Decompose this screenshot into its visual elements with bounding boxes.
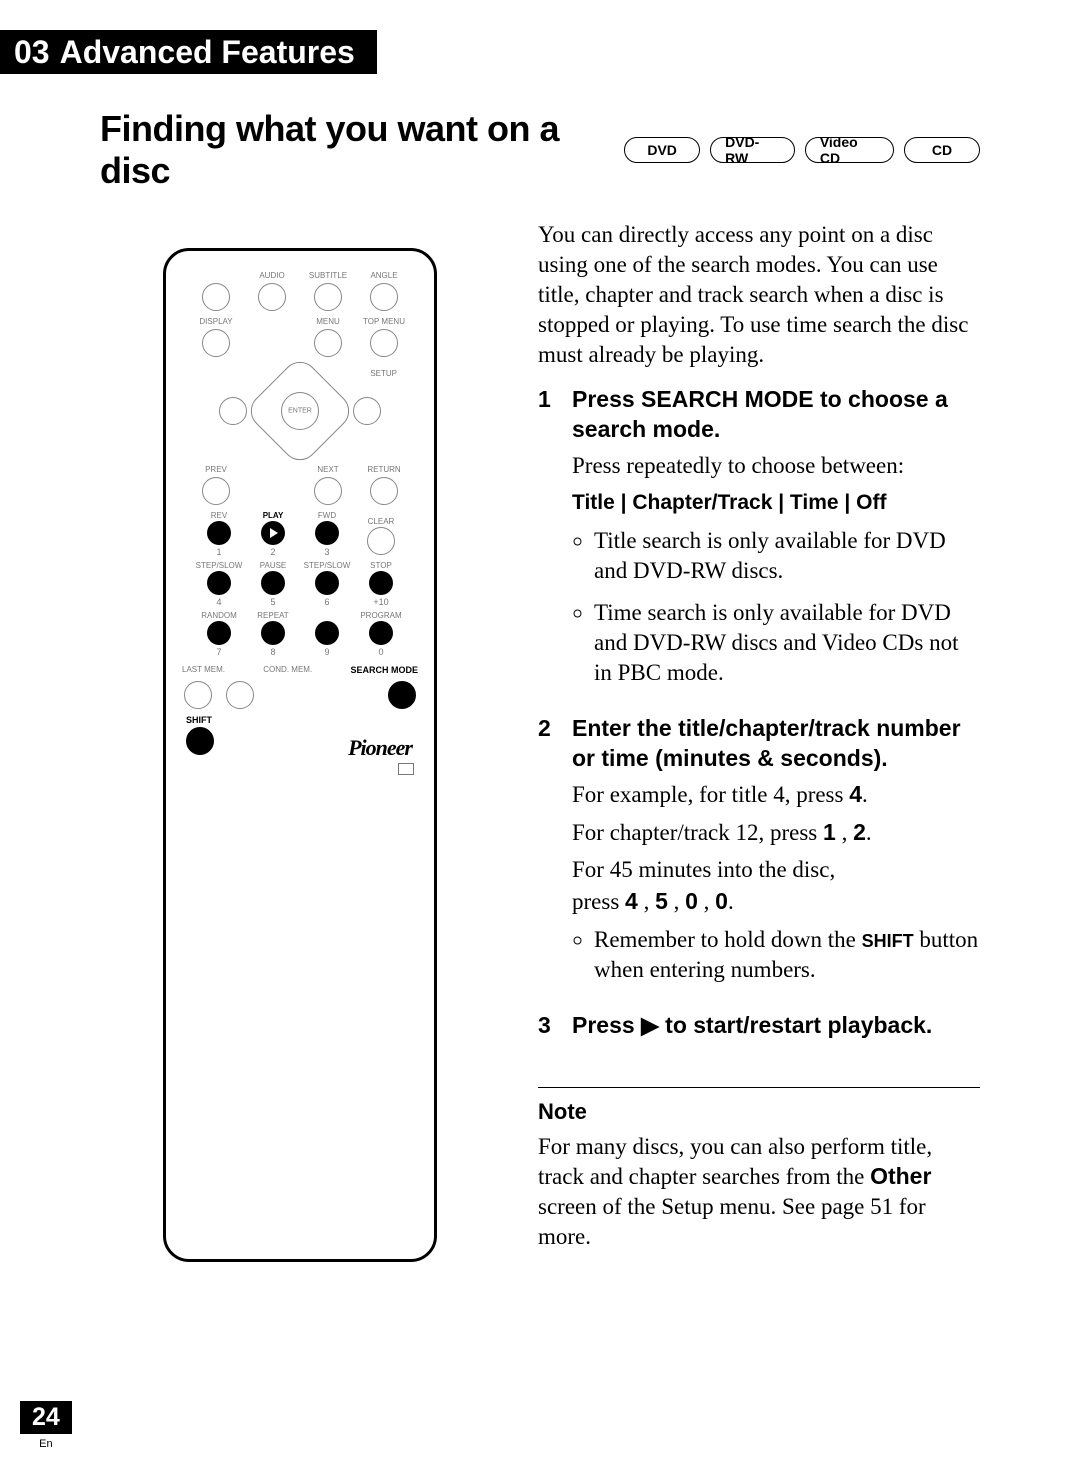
- media-pill-dvd: DVD: [624, 137, 700, 163]
- bullet-text: Remember to hold down the SHIFT button w…: [594, 925, 980, 985]
- remote-brand: Pioneer: [348, 735, 412, 761]
- remote-label: [249, 317, 295, 327]
- step-number: 2: [538, 714, 572, 997]
- intro-paragraph: You can directly access any point on a d…: [538, 220, 980, 369]
- remote-label: PREV: [193, 465, 239, 475]
- remote-label: ANGLE: [361, 271, 407, 281]
- page-language: En: [39, 1438, 52, 1450]
- remote-lastmem-button: [184, 681, 212, 709]
- media-pill-videocd: Video CD: [805, 137, 894, 163]
- step-subtext: Press repeatedly to choose between:: [572, 451, 980, 481]
- remote-label: RETURN: [361, 465, 407, 475]
- note-block: Note For many discs, you can also perfor…: [538, 1087, 980, 1252]
- remote-label: SETUP: [370, 369, 397, 378]
- remote-label: LAST MEM.: [182, 665, 225, 675]
- remote-play-button: PLAY2: [251, 511, 295, 557]
- search-modes: Title | Chapter/Track | Time | Off: [572, 489, 980, 516]
- note-body: For many discs, you can also perform tit…: [538, 1132, 980, 1252]
- remote-id-badge: [398, 763, 414, 775]
- remote-label: REV: [211, 511, 227, 521]
- content-column: You can directly access any point on a d…: [538, 220, 980, 1262]
- remote-label: DISPLAY: [193, 317, 239, 327]
- remote-dpad: SETUP ENTER: [225, 363, 375, 459]
- note-rule: [538, 1087, 980, 1088]
- section-title-row: Finding what you want on a disc DVD DVD-…: [100, 108, 980, 192]
- remote-label: SUBTITLE: [305, 271, 351, 281]
- remote-search-mode-button: [388, 681, 416, 709]
- bullet-text: Time search is only available for DVD an…: [594, 598, 980, 688]
- media-pill-cd: CD: [904, 137, 980, 163]
- page-number: 24: [20, 1401, 72, 1434]
- note-title: Note: [538, 1098, 980, 1127]
- remote-control: AUDIO SUBTITLE ANGLE DISPLAY MENU TOP ME…: [163, 248, 437, 1262]
- section-title: Finding what you want on a disc: [100, 108, 614, 192]
- bullet-text: Title search is only available for DVD a…: [594, 526, 980, 586]
- play-icon: ▶: [641, 1012, 659, 1038]
- step-example: press 4 , 5 , 0 , 0.: [572, 887, 980, 917]
- chapter-title: Advanced Features: [60, 34, 355, 71]
- remote-label: COND. MEM.: [263, 665, 312, 675]
- step-number: 1: [538, 385, 572, 699]
- remote-label: CLEAR: [368, 517, 395, 527]
- chapter-header-black: 03 Advanced Features: [0, 30, 377, 74]
- chapter-header: 03 Advanced Features: [0, 30, 1080, 74]
- media-pill-dvd-rw: DVD-RW: [710, 137, 795, 163]
- step-heading: Enter the title/chapter/track number or …: [572, 714, 980, 774]
- page-footer: 24 En: [20, 1401, 72, 1450]
- chapter-number: 03: [14, 34, 50, 71]
- remote-setup-button: [353, 397, 381, 425]
- remote-search-mode-label: SEARCH MODE: [350, 665, 418, 675]
- remote-shift-label: SHIFT: [186, 715, 212, 725]
- step-number: 3: [538, 1011, 572, 1047]
- remote-label: FWD: [318, 511, 336, 521]
- step-heading: Press SEARCH MODE to choose a search mod…: [572, 385, 980, 445]
- step-example: For 45 minutes into the disc,: [572, 855, 980, 885]
- step-heading: Press ▶ to start/restart playback.: [572, 1011, 980, 1041]
- remote-label: NEXT: [305, 465, 351, 475]
- remote-label: MENU: [305, 317, 351, 327]
- remote-left-button: [219, 397, 247, 425]
- remote-label: TOP MENU: [361, 317, 407, 327]
- remote-label: [193, 271, 239, 281]
- remote-label: AUDIO: [249, 271, 295, 281]
- step-example: For chapter/track 12, press 1 , 2.: [572, 818, 980, 848]
- step-example: For example, for title 4, press 4.: [572, 780, 980, 810]
- remote-condmem-button: [226, 681, 254, 709]
- remote-label: ENTER: [288, 408, 312, 415]
- remote-shift-button: [186, 727, 214, 755]
- remote-illustration-column: AUDIO SUBTITLE ANGLE DISPLAY MENU TOP ME…: [100, 220, 500, 1262]
